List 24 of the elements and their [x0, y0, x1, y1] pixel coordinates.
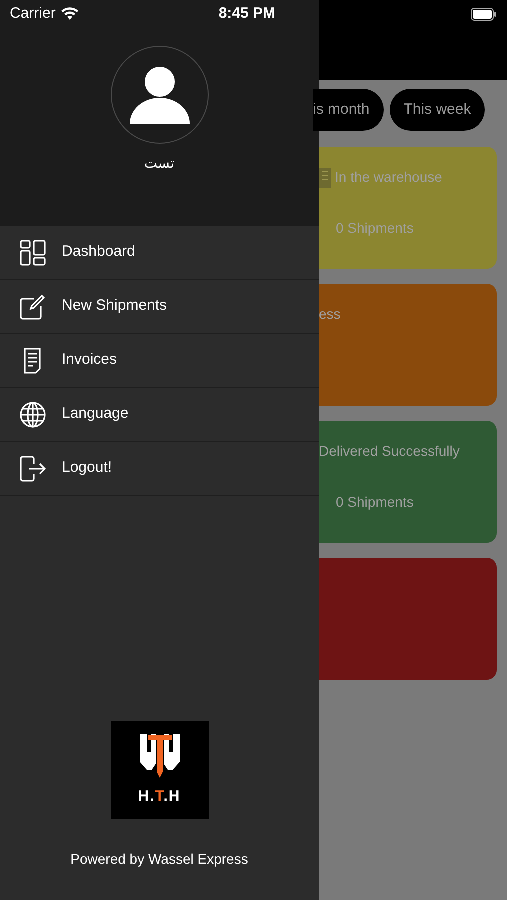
- wifi-icon: [60, 7, 79, 21]
- grid-icon: [20, 240, 46, 266]
- card-count: 0 Shipments: [335, 493, 415, 512]
- menu-item[interactable]: Logout!: [0, 442, 319, 496]
- carrier-label: Carrier: [10, 4, 56, 24]
- card-count: 0 Shipments: [335, 219, 415, 238]
- edit-icon: [20, 294, 46, 320]
- footer-text: Powered by Wassel Express: [70, 850, 248, 869]
- card-title: Delivered Successfully: [319, 442, 460, 461]
- filter-chip[interactable]: is month: [313, 89, 384, 131]
- menu-item[interactable]: Invoices: [0, 334, 319, 388]
- menu-item[interactable]: Language: [0, 388, 319, 442]
- logo-text: H.T.H: [138, 786, 181, 807]
- battery-icon: [471, 8, 497, 20]
- globe-icon: [20, 402, 46, 428]
- user-name: تست: [144, 155, 175, 174]
- clock-time: 8:45 PM: [218, 4, 276, 24]
- menu-item[interactable]: Dashboard: [0, 226, 319, 280]
- filter-chip[interactable]: This week: [390, 89, 486, 131]
- card-title: ess: [319, 305, 341, 324]
- logout-icon: [20, 456, 46, 482]
- menu-item[interactable]: New Shipments: [0, 280, 319, 334]
- person-icon: [128, 65, 190, 125]
- card-title: In the warehouse: [335, 168, 442, 187]
